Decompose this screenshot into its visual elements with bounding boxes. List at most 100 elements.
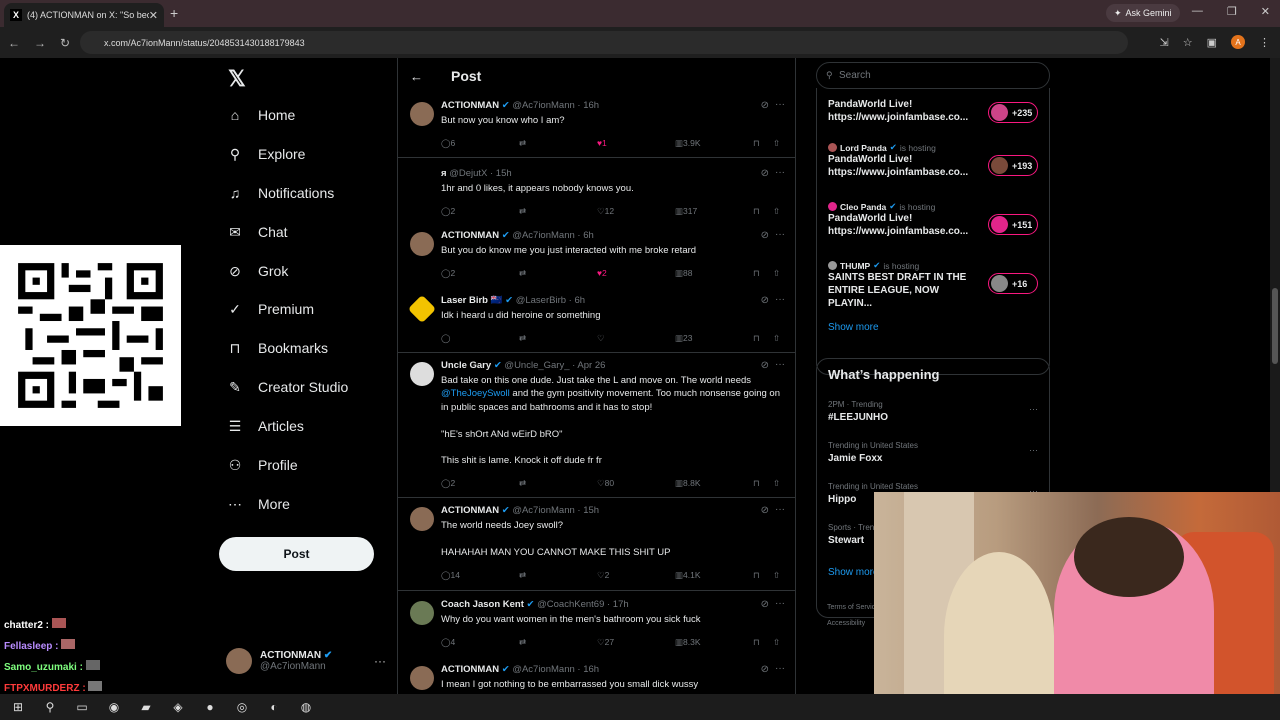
ask-gemini-button[interactable]: ✦ Ask Gemini <box>1106 4 1180 22</box>
views-count[interactable]: ▥ 3.9K <box>675 138 701 149</box>
like-button[interactable]: ♥ 1 <box>597 138 607 148</box>
sidebar-item-profile[interactable]: ⚇ Profile <box>226 456 298 474</box>
retweet-button[interactable]: ⇄ <box>519 268 526 279</box>
minimize-icon[interactable]: — <box>1192 5 1203 18</box>
tweet[interactable]: ACTIONMAN ✔ @Ac7ionMann · 16h ⊘ ··· But n… <box>398 96 795 158</box>
more-icon[interactable]: ··· <box>1029 404 1038 414</box>
sidebar-item-home[interactable]: ⌂ Home <box>226 106 296 124</box>
more-icon[interactable]: ··· <box>775 99 785 110</box>
account-switcher[interactable]: ACTIONMAN ✔ @Ac7ionMann ··· <box>226 648 386 674</box>
reply-button[interactable]: ◯ 6 <box>441 138 455 149</box>
post-button[interactable]: Post <box>219 537 374 571</box>
maximize-icon[interactable]: ❐ <box>1227 5 1237 18</box>
views-count[interactable]: ▥ 23 <box>675 333 693 344</box>
browser-tab[interactable]: X (4) ACTIONMAN on X: "So beca ✕ <box>4 3 164 27</box>
share-button[interactable]: ⇧ <box>773 637 780 648</box>
views-count[interactable]: ▥ 8.8K <box>675 478 701 489</box>
more-icon[interactable]: ··· <box>775 359 785 370</box>
retweet-button[interactable]: ⇄ <box>519 206 526 217</box>
sidebar-item-premium[interactable]: ✓ Premium <box>226 300 314 318</box>
grok-icon[interactable]: ⊘ <box>761 295 769 306</box>
app-icon[interactable]: ◈ <box>168 700 188 714</box>
bookmark-button[interactable]: ⊓ <box>753 268 760 279</box>
profile-avatar[interactable]: A <box>1231 35 1245 49</box>
retweet-button[interactable]: ⇄ <box>519 637 526 648</box>
chrome-icon[interactable]: ◍ <box>296 700 316 714</box>
views-count[interactable]: ▥ 8.3K <box>675 637 701 648</box>
tweet[interactable]: Laser Birb 🇳🇿 ✔ @LaserBirb · 6h ⊘ ··· Idk… <box>398 291 795 353</box>
tweet[interactable]: Coach Jason Kent ✔ @CoachKent69 · 17h ⊘ ·… <box>398 595 795 657</box>
tweet[interactable]: я @DejutX · 15h ⊘ ··· 1hr and 0 likes, it… <box>398 164 795 226</box>
close-tab-icon[interactable]: ✕ <box>149 9 158 22</box>
more-icon[interactable]: ··· <box>1029 445 1038 455</box>
retweet-button[interactable]: ⇄ <box>519 138 526 149</box>
sidebar-item-grok[interactable]: ⊘ Grok <box>226 262 288 280</box>
bookmark-button[interactable]: ⊓ <box>753 138 760 149</box>
sidebar-item-more[interactable]: ⋯ More <box>226 495 290 513</box>
more-icon[interactable]: ··· <box>775 294 785 305</box>
bookmark-button[interactable]: ⊓ <box>753 206 760 217</box>
grok-icon[interactable]: ⊘ <box>761 664 769 675</box>
retweet-button[interactable]: ⇄ <box>519 570 526 581</box>
sidebar-item-chat[interactable]: ✉ Chat <box>226 223 287 241</box>
sidepanel-icon[interactable]: ▣ <box>1207 36 1217 49</box>
bookmark-button[interactable]: ⊓ <box>753 478 760 489</box>
search-icon[interactable]: ⚲ <box>40 700 60 714</box>
discord-icon[interactable]: ◎ <box>232 700 252 714</box>
terms-link[interactable]: Terms of Service <box>827 604 879 611</box>
live-space-item[interactable]: THUMP ✔ is hosting SAINTS BEST DRAFT IN TH… <box>828 260 1048 310</box>
grok-icon[interactable]: ⊘ <box>761 505 769 516</box>
reply-button[interactable]: ◯ <box>441 333 451 344</box>
more-icon[interactable]: ··· <box>775 229 785 240</box>
bookmark-star-icon[interactable]: ☆ <box>1183 36 1193 49</box>
edge-icon[interactable]: ◐ <box>264 700 284 714</box>
back-arrow-icon[interactable]: ← <box>410 69 423 84</box>
more-icon[interactable]: ··· <box>775 504 785 515</box>
show-more-link[interactable]: Show more <box>828 322 879 333</box>
install-icon[interactable]: ⇲ <box>1160 36 1169 49</box>
reply-button[interactable]: ◯ 14 <box>441 570 460 581</box>
sidebar-item-creator-studio[interactable]: ✎ Creator Studio <box>226 378 348 396</box>
back-icon[interactable]: ← <box>8 36 20 50</box>
menu-icon[interactable]: ⋮ <box>1259 36 1270 49</box>
bookmark-button[interactable]: ⊓ <box>753 637 760 648</box>
live-space-item[interactable]: Lord Panda ✔ is hosting PandaWorld Live! h… <box>828 142 1048 179</box>
views-count[interactable]: ▥ 88 <box>675 268 693 279</box>
windows-start-icon[interactable]: ⊞ <box>8 700 28 714</box>
more-icon[interactable]: ··· <box>775 598 785 609</box>
reply-button[interactable]: ◯ 2 <box>441 478 455 489</box>
share-button[interactable]: ⇧ <box>773 268 780 279</box>
retweet-button[interactable]: ⇄ <box>519 333 526 344</box>
like-button[interactable]: ♥ 2 <box>597 268 607 278</box>
share-button[interactable]: ⇧ <box>773 478 780 489</box>
like-button[interactable]: ♡ 27 <box>597 637 614 648</box>
reply-button[interactable]: ◯ 2 <box>441 268 455 279</box>
reply-button[interactable]: ◯ 2 <box>441 206 455 217</box>
task-view-icon[interactable]: ▭ <box>72 700 92 714</box>
folder-icon[interactable]: ▰ <box>136 700 156 714</box>
mention-link[interactable]: @TheJoeySwoll <box>441 388 510 399</box>
tweet[interactable]: ACTIONMAN ✔ @Ac7ionMann · 16h ⊘ ··· I mea… <box>398 660 795 694</box>
grok-icon[interactable]: ⊘ <box>761 168 769 179</box>
like-button[interactable]: ♡ 12 <box>597 206 614 217</box>
tweet[interactable]: Uncle Gary ✔ @Uncle_Gary_ · Apr 26 ⊘ ··· … <box>398 356 795 498</box>
trend-item[interactable]: 2PM · Trending #LEEJUNHO ··· <box>828 400 1038 423</box>
share-button[interactable]: ⇧ <box>773 206 780 217</box>
reload-icon[interactable]: ↻ <box>60 36 70 50</box>
close-window-icon[interactable]: ✕ <box>1261 5 1270 18</box>
x-logo-icon[interactable]: 𝕏 <box>228 66 246 92</box>
live-space-item[interactable]: Cleo Panda ✔ is hosting PandaWorld Live! h… <box>828 201 1048 238</box>
share-button[interactable]: ⇧ <box>773 333 780 344</box>
sidebar-item-articles[interactable]: ☰ Articles <box>226 417 304 435</box>
url-input[interactable]: x.com/Ac7ionMann/status/2048531430188179… <box>80 31 1128 54</box>
bookmark-button[interactable]: ⊓ <box>753 570 760 581</box>
share-button[interactable]: ⇧ <box>773 138 780 149</box>
more-icon[interactable]: ··· <box>775 663 785 674</box>
sidebar-item-bookmarks[interactable]: ⊓ Bookmarks <box>226 339 329 357</box>
grok-icon[interactable]: ⊘ <box>761 230 769 241</box>
reply-button[interactable]: ◯ 4 <box>441 637 455 648</box>
accessibility-link[interactable]: Accessibility <box>827 620 865 627</box>
sidebar-item-notifications[interactable]: ♫ Notifications <box>226 184 335 202</box>
grok-icon[interactable]: ⊘ <box>761 360 769 371</box>
app-icon[interactable]: ◉ <box>104 700 124 714</box>
